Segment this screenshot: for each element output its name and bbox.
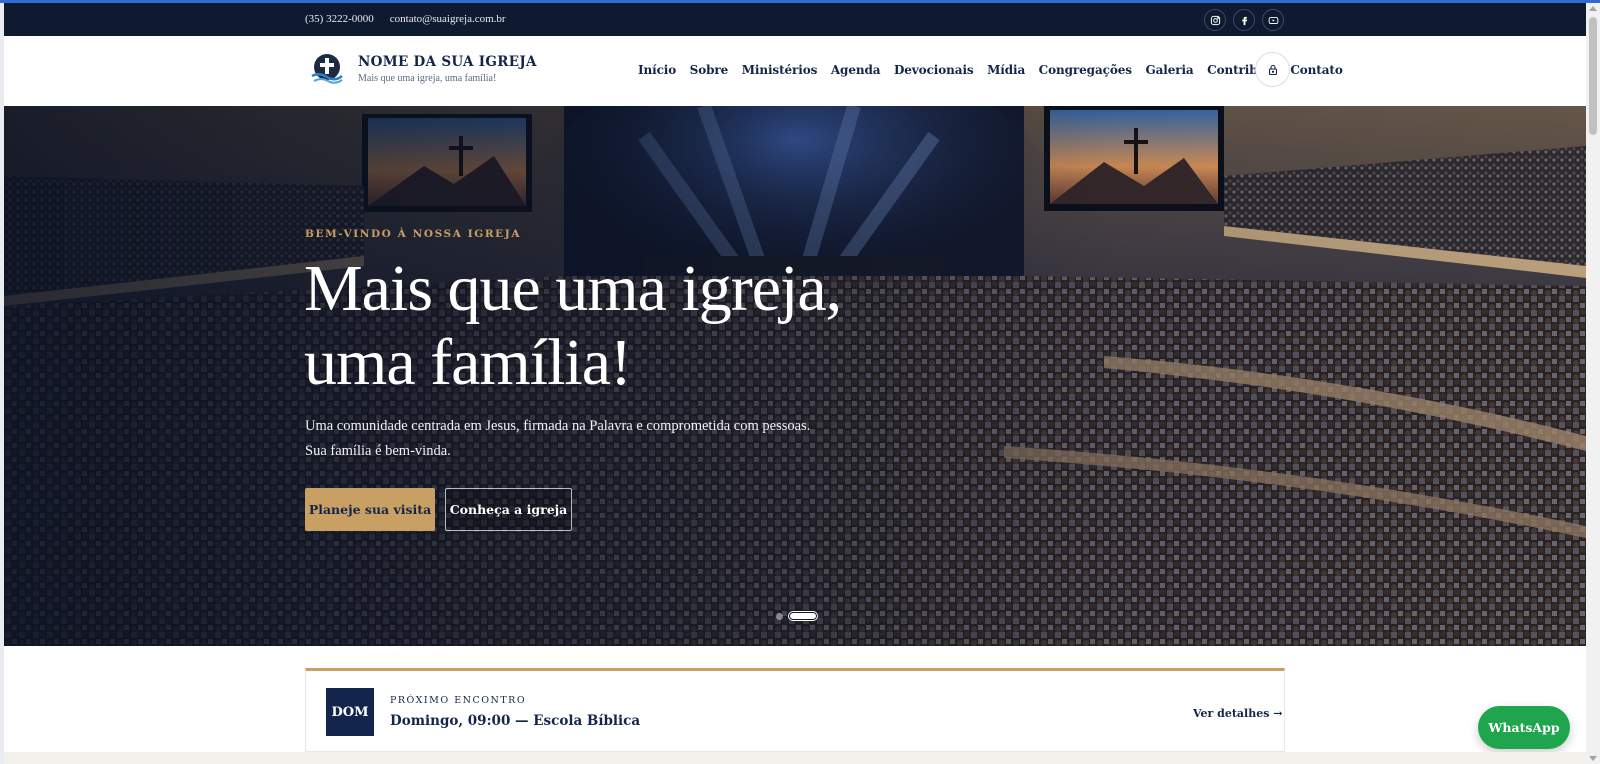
brand-name[interactable]: NOME DA SUA IGREJA: [358, 54, 537, 70]
scrollbar-thumb[interactable]: [1589, 17, 1597, 135]
nav-item-galeria[interactable]: Galeria: [1145, 63, 1193, 77]
brand-tagline: Mais que uma igreja, uma família!: [358, 73, 497, 84]
hero-title-line-2: uma família!: [304, 326, 632, 399]
login-button[interactable]: [1255, 52, 1290, 87]
main-nav: Início Sobre Ministérios Agenda Devocion…: [638, 63, 1356, 77]
meet-church-button[interactable]: Conheça a igreja: [445, 488, 572, 531]
hero-eyebrow: BEM-VINDO À NOSSA IGREJA: [305, 228, 522, 240]
page-scrollbar[interactable]: [1586, 3, 1600, 764]
social-links: [1204, 9, 1284, 31]
hero-title-line-1: Mais que uma igreja,: [304, 252, 842, 325]
carousel-dot-1[interactable]: [776, 612, 783, 620]
youtube-icon[interactable]: [1262, 9, 1284, 31]
nav-item-sobre[interactable]: Sobre: [690, 63, 729, 77]
scroll-down-arrow-icon[interactable]: [1589, 756, 1597, 761]
nav-item-midia[interactable]: Mídia: [987, 63, 1025, 77]
instagram-icon[interactable]: [1204, 9, 1226, 31]
nav-item-contato[interactable]: Contato: [1290, 63, 1343, 77]
next-meeting-card: DOM PRÓXIMO ENCONTRO Domingo, 09:00 — Es…: [305, 668, 1285, 752]
meeting-label: PRÓXIMO ENCONTRO: [390, 695, 527, 706]
nav-item-devocionais[interactable]: Devocionais: [894, 63, 974, 77]
carousel-dot-2[interactable]: [789, 612, 817, 620]
site-header: NOME DA SUA IGREJA Mais que uma igreja, …: [4, 36, 1586, 106]
meeting-title: Domingo, 09:00 — Escola Bíblica: [390, 713, 641, 729]
plan-visit-button[interactable]: Planeje sua visita: [305, 488, 435, 531]
scroll-up-arrow-icon[interactable]: [1589, 6, 1597, 11]
email-address[interactable]: contato@suaigreja.com.br: [390, 13, 506, 25]
lock-icon: [1268, 64, 1277, 75]
next-section-edge: [4, 752, 1586, 764]
hero-description: Uma comunidade centrada em Jesus, firmad…: [305, 418, 811, 459]
nav-item-agenda[interactable]: Agenda: [831, 63, 881, 77]
whatsapp-button[interactable]: WhatsApp: [1478, 706, 1570, 749]
facebook-icon[interactable]: [1233, 9, 1255, 31]
meeting-day-badge: DOM: [326, 688, 374, 736]
nav-item-ministerios[interactable]: Ministérios: [742, 63, 818, 77]
top-contact-bar: (35) 3222-0000 contato@suaigreja.com.br: [4, 3, 1586, 36]
church-logo-icon[interactable]: [310, 52, 344, 86]
hero-title: Mais que uma igreja, uma família!: [304, 252, 944, 400]
nav-item-congregacoes[interactable]: Congregações: [1039, 63, 1132, 77]
contact-info: (35) 3222-0000 contato@suaigreja.com.br: [305, 13, 506, 25]
meeting-details-link[interactable]: Ver detalhes →: [1193, 707, 1282, 720]
carousel-dots: [776, 612, 817, 620]
phone-number[interactable]: (35) 3222-0000: [305, 13, 374, 25]
hero-section: BEM-VINDO À NOSSA IGREJA Mais que uma ig…: [4, 106, 1586, 646]
nav-item-inicio[interactable]: Início: [638, 63, 676, 77]
